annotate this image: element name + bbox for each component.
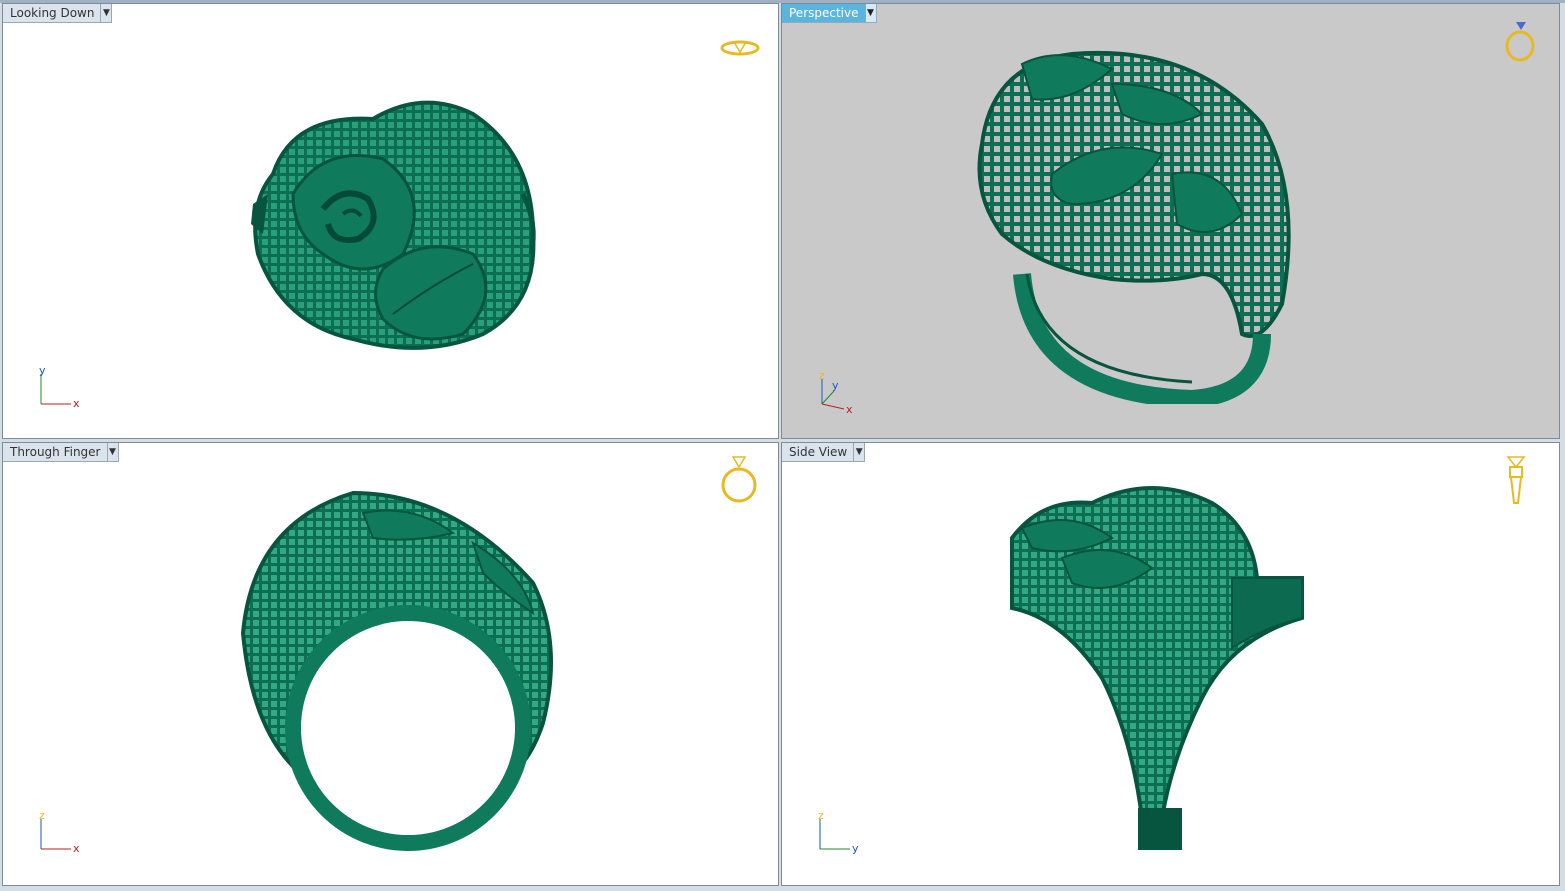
viewport-title: Through Finger: [10, 445, 101, 459]
axis-label-y: y: [39, 364, 46, 377]
chevron-down-icon[interactable]: ▼: [100, 4, 111, 22]
viewport-tab-looking-down[interactable]: Looking Down ▼: [3, 4, 113, 23]
axis-indicator: z y x: [819, 369, 853, 416]
viewport-through-finger[interactable]: Through Finger ▼ z x: [2, 442, 779, 886]
axis-label-z: z: [818, 809, 824, 822]
viewport-looking-down[interactable]: Looking Down ▼ y x: [2, 3, 779, 439]
chevron-down-icon[interactable]: ▼: [106, 443, 118, 461]
axis-label-x: x: [73, 397, 80, 410]
ring-view-icon: [1506, 456, 1526, 504]
viewport-tab-side-view[interactable]: Side View ▼: [782, 443, 866, 462]
viewport-perspective[interactable]: Perspective ▼ z y x: [781, 3, 1560, 439]
ring-model-side-view: [1010, 486, 1304, 850]
axis-label-x: x: [846, 403, 853, 416]
ring-view-icon: [721, 456, 757, 503]
axis-label-z: z: [819, 369, 825, 382]
axis-label-y: y: [852, 842, 859, 855]
axis-indicator: z x: [39, 809, 80, 855]
axis-indicator: y x: [39, 364, 80, 410]
viewport-tab-through-finger[interactable]: Through Finger ▼: [3, 443, 119, 462]
ring-view-icon: [720, 40, 760, 56]
chevron-down-icon[interactable]: ▼: [853, 443, 864, 461]
axis-label-z: z: [39, 809, 45, 822]
viewport-tab-perspective[interactable]: Perspective ▼: [782, 4, 877, 23]
viewport-title: Looking Down: [10, 6, 95, 20]
chevron-down-icon[interactable]: ▼: [864, 4, 876, 22]
ring-view-icon: [1505, 22, 1535, 62]
ring-model-perspective-view: [977, 50, 1291, 404]
ring-model-front-view: [240, 490, 553, 851]
viewport-title: Perspective: [789, 6, 859, 20]
axis-label-y: y: [832, 379, 839, 392]
viewport-side-view[interactable]: Side View ▼ z y: [781, 442, 1560, 886]
axis-label-x: x: [73, 842, 80, 855]
axis-indicator: z y: [818, 809, 859, 855]
ring-model-top-view: [251, 100, 536, 350]
viewport-title: Side View: [789, 445, 848, 459]
